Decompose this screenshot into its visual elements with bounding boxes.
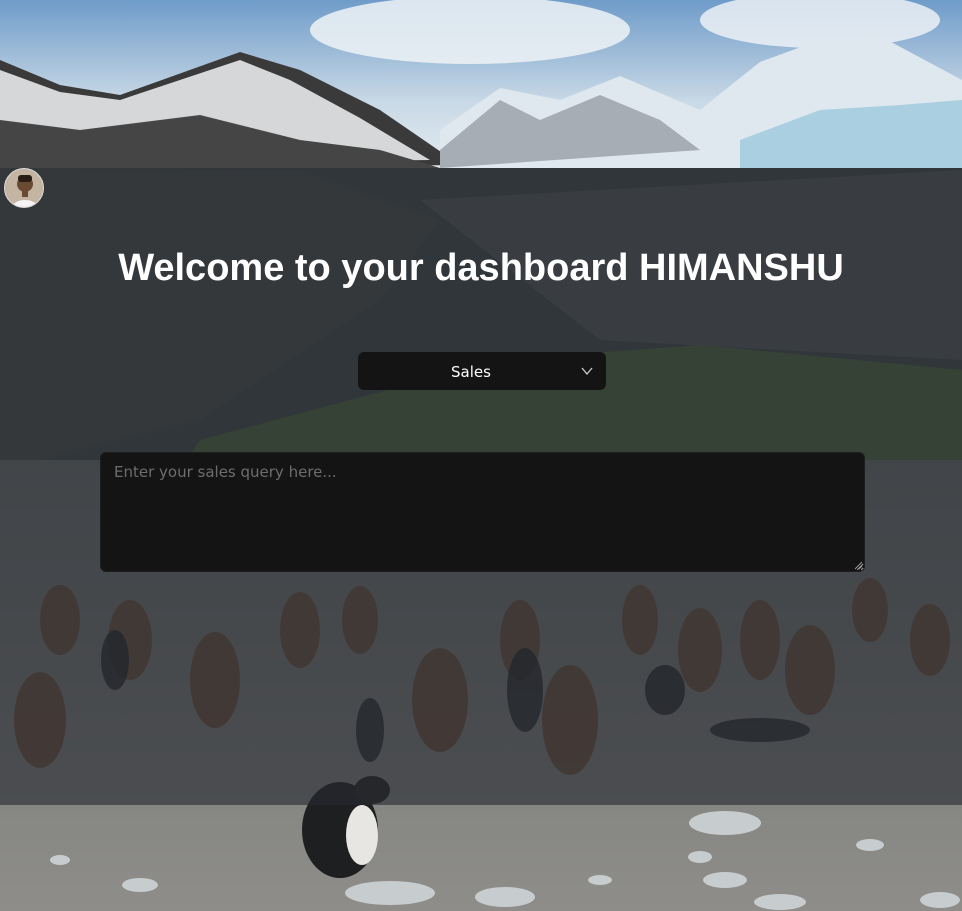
category-select[interactable]: Sales	[358, 352, 606, 390]
sales-query-input[interactable]	[100, 452, 865, 572]
chevron-down-icon	[581, 367, 593, 376]
page-title: Welcome to your dashboard HIMANSHU	[118, 247, 844, 289]
page: Welcome to your dashboard HIMANSHU Sales	[0, 0, 962, 911]
user-avatar-photo-icon	[5, 169, 43, 207]
category-select-value: Sales	[451, 363, 491, 381]
user-avatar[interactable]	[4, 168, 44, 208]
